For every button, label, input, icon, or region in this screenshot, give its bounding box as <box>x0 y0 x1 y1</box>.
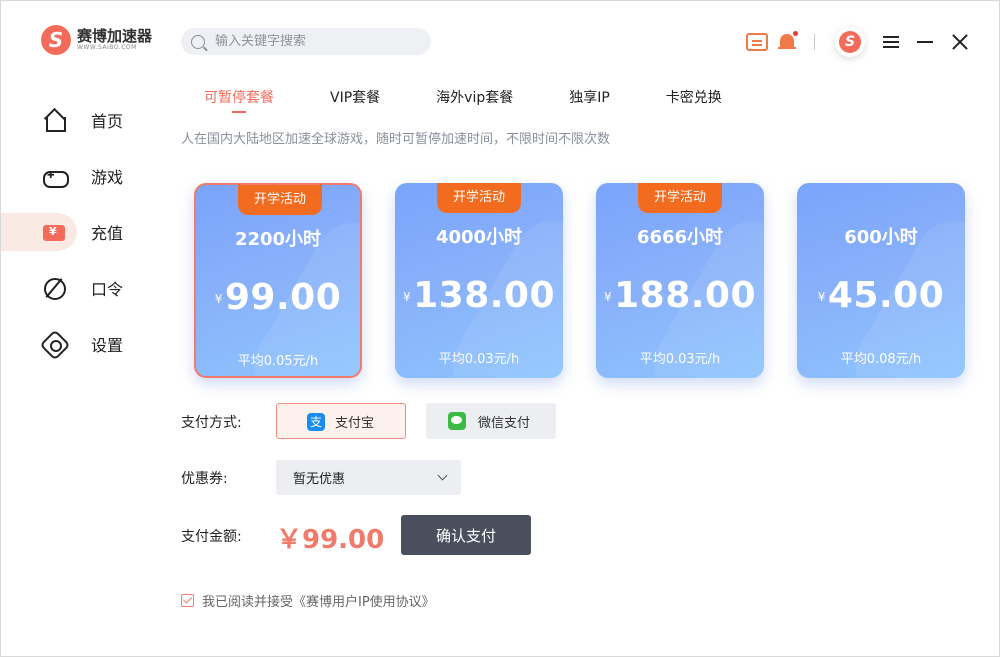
sidebar-item-label: 充值 <box>91 224 124 243</box>
plan-hours: 2200小时 <box>234 229 322 250</box>
plan-hours: 6666小时 <box>636 227 724 248</box>
plan-average: 平均0.05元/h <box>237 354 319 369</box>
plan-cards: 开学活动 2200小时 ¥99.00 平均0.05元/h 开学活动 4000小时… <box>194 183 965 378</box>
sidebar-item-settings[interactable]: 设置 <box>1 325 123 363</box>
sidebar-item-label: 游戏 <box>91 168 124 187</box>
tab-vip[interactable]: VIP套餐 <box>330 85 380 113</box>
bell-icon[interactable] <box>778 31 798 52</box>
search-bar[interactable] <box>181 28 431 55</box>
search-icon <box>191 34 205 49</box>
currency-symbol: ¥ <box>402 290 412 304</box>
plan-card[interactable]: 开学活动 4000小时 ¥138.00 平均0.03元/h <box>395 183 563 378</box>
plan-price-value: 138.00 <box>413 275 556 316</box>
alipay-button[interactable]: 支 支付宝 <box>276 403 406 439</box>
coupon-value: 暂无优惠 <box>293 472 346 487</box>
plan-price: ¥45.00 <box>797 275 965 316</box>
header-actions: S <box>746 27 969 57</box>
chevron-down-icon <box>437 470 448 481</box>
app-logo: S 赛博加速器 WWW.SAIBO.COM <box>41 25 152 55</box>
payment-amount-label: 支付金额: <box>181 529 242 545</box>
sidebar-item-home[interactable]: 首页 <box>1 101 123 139</box>
currency-symbol: ¥ <box>817 290 826 304</box>
wallet-icon <box>43 225 65 241</box>
sidebar-item-code[interactable]: 口令 <box>1 269 123 307</box>
coupon-select[interactable]: 暂无优惠 <box>276 460 461 495</box>
currency-symbol: ¥ <box>214 292 223 306</box>
plan-description: 人在国内大陆地区加速全球游戏，随时可暂停加速时间，不限时间不限次数 <box>181 132 611 147</box>
settings-icon <box>43 333 65 355</box>
payment-method-label: 支付方式: <box>181 415 242 431</box>
logo-icon: S <box>41 25 71 55</box>
ticket-icon[interactable] <box>746 33 768 51</box>
confirm-payment-button[interactable]: 确认支付 <box>401 515 531 555</box>
plan-card[interactable]: 开学活动 2200小时 ¥99.00 平均0.05元/h <box>194 183 362 378</box>
checkbox-icon[interactable] <box>181 594 194 607</box>
notification-dot <box>793 31 798 36</box>
plan-average: 平均0.08元/h <box>840 352 922 367</box>
payment-amount: ￥99.00 <box>276 525 385 555</box>
home-icon <box>43 109 66 132</box>
alipay-icon: 支 <box>307 413 325 431</box>
gamepad-icon <box>43 165 69 188</box>
agreement-row[interactable]: 我已阅读并接受《赛博用户IP使用协议》 <box>181 591 435 610</box>
alipay-label: 支付宝 <box>335 415 375 431</box>
app-name: 赛博加速器 <box>77 27 153 45</box>
tab-overseas-vip[interactable]: 海外vip套餐 <box>436 85 513 113</box>
app-window: S 赛博加速器 WWW.SAIBO.COM S 首页 游戏 <box>0 0 1000 657</box>
wechat-pay-button[interactable]: 微信支付 <box>426 403 556 439</box>
plan-price: ¥188.00 <box>596 275 764 316</box>
sidebar-item-games[interactable]: 游戏 <box>1 157 123 195</box>
wechat-pay-label: 微信支付 <box>478 415 531 431</box>
menu-icon[interactable] <box>883 35 899 49</box>
sidebar-item-label: 设置 <box>91 336 124 355</box>
coupon-label: 优惠券: <box>181 471 228 487</box>
plan-hours: 4000小时 <box>435 227 523 248</box>
plan-price-value: 99.00 <box>224 277 342 318</box>
promo-badge: 开学活动 <box>638 183 722 213</box>
sidebar: 首页 游戏 充值 口令 设置 <box>1 101 161 381</box>
plan-card[interactable]: 开学活动 6666小时 ¥188.00 平均0.03元/h <box>596 183 764 378</box>
search-input[interactable] <box>215 34 415 49</box>
plan-price-value: 188.00 <box>614 275 757 316</box>
sidebar-item-label: 首页 <box>91 112 124 131</box>
code-icon <box>43 277 66 300</box>
tab-pausable[interactable]: 可暂停套餐 <box>204 85 274 113</box>
plan-hours: 600小时 <box>844 227 918 248</box>
promo-badge: 开学活动 <box>437 183 521 213</box>
sidebar-item-label: 口令 <box>91 280 124 299</box>
promo-badge: 开学活动 <box>238 185 322 215</box>
plan-tabs: 可暂停套餐 VIP套餐 海外vip套餐 独享IP 卡密兑换 <box>181 85 722 113</box>
wechat-icon <box>448 412 466 430</box>
plan-price: ¥138.00 <box>395 275 563 316</box>
avatar[interactable]: S <box>835 27 865 57</box>
plan-price: ¥99.00 <box>196 277 360 318</box>
app-subtitle: WWW.SAIBO.COM <box>77 44 137 51</box>
tab-dedicated-ip[interactable]: 独享IP <box>569 85 610 113</box>
minimize-icon[interactable] <box>917 41 933 43</box>
agreement-text: 我已阅读并接受《赛博用户IP使用协议》 <box>202 595 435 610</box>
plan-average: 平均0.03元/h <box>639 352 721 367</box>
sidebar-item-recharge[interactable]: 充值 <box>1 213 123 251</box>
close-icon[interactable] <box>951 33 969 51</box>
plan-average: 平均0.03元/h <box>438 352 520 367</box>
plan-card[interactable]: 600小时 ¥45.00 平均0.08元/h <box>797 183 965 378</box>
currency-symbol: ¥ <box>603 290 613 304</box>
header-divider <box>814 34 815 50</box>
tab-card-redeem[interactable]: 卡密兑换 <box>666 85 722 113</box>
plan-price-value: 45.00 <box>827 275 945 316</box>
avatar-logo-icon: S <box>839 31 861 53</box>
